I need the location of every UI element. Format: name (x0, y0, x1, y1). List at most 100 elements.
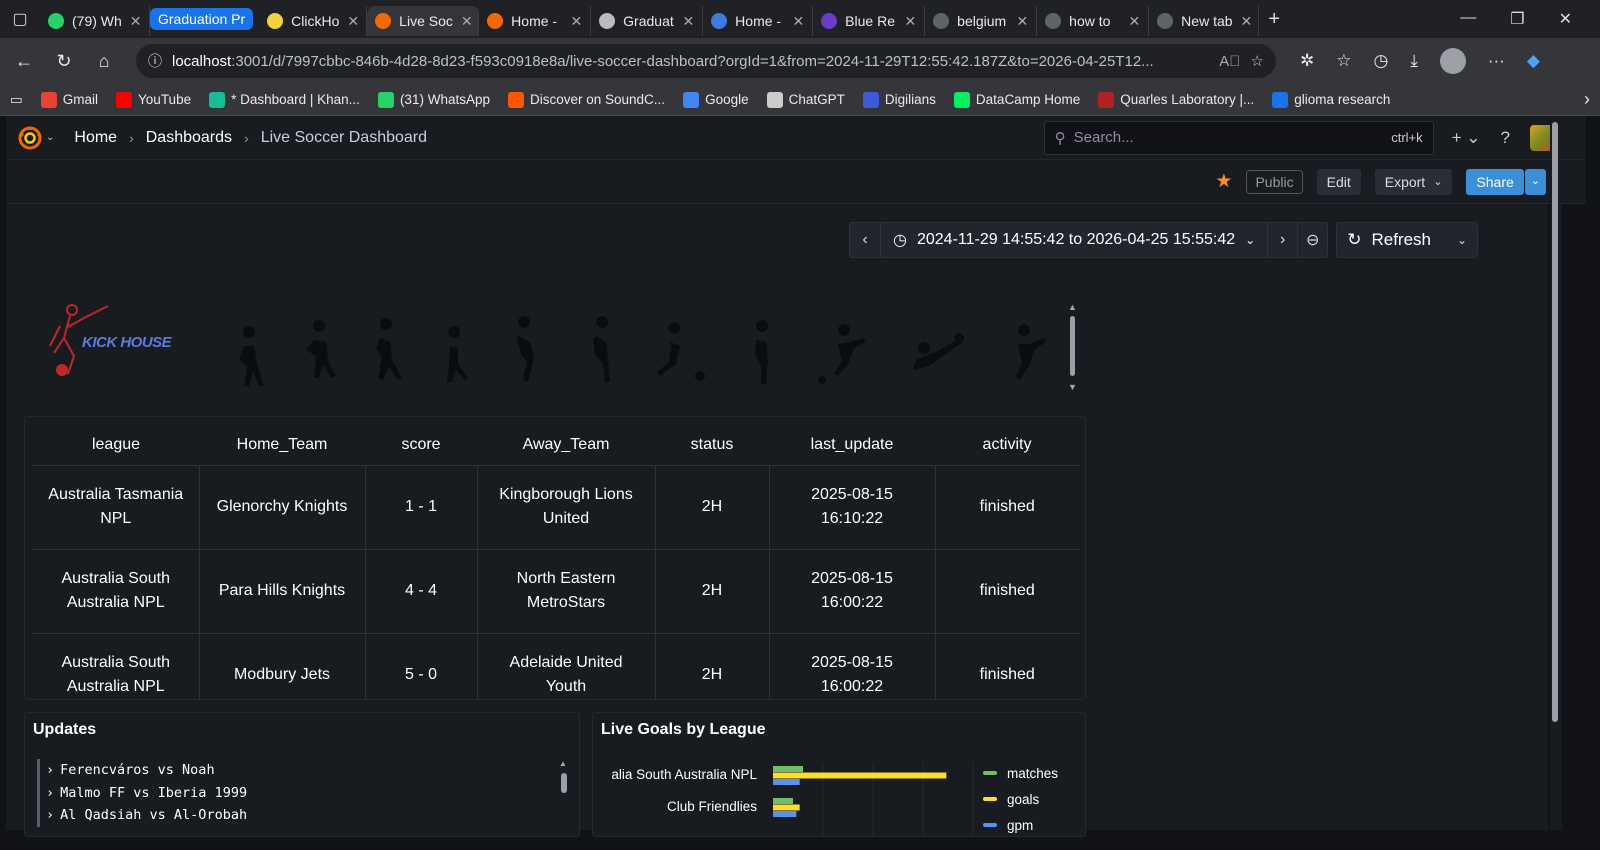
legend-swatch[interactable] (983, 771, 997, 775)
scroll-up-icon[interactable]: ▲ (559, 759, 567, 768)
browser-tab[interactable]: belgium ✕ (925, 6, 1038, 36)
bookmark-item[interactable]: (31) WhatsApp (377, 91, 490, 108)
close-window-icon[interactable]: ✕ (1559, 9, 1572, 29)
bookmark-item[interactable]: * Dashboard | Khan... (209, 91, 360, 108)
share-button[interactable]: Share (1466, 168, 1524, 195)
tab-group-label[interactable]: Graduation Pr (150, 8, 254, 30)
banner-scrollbar-thumb[interactable] (1070, 316, 1075, 376)
browser-tab[interactable]: how to ✕ (1037, 6, 1150, 36)
bookmark-item[interactable]: Google (683, 91, 749, 108)
close-tab-icon[interactable]: ✕ (130, 13, 142, 30)
edit-button[interactable]: Edit (1316, 168, 1361, 195)
bookmark-item[interactable]: ChatGPT (766, 91, 845, 108)
time-shift-back-icon[interactable]: ‹ (850, 223, 880, 257)
list-item[interactable]: › Ferencváros vs Noah (37, 759, 557, 782)
chevron-right-icon[interactable]: › (46, 762, 54, 778)
close-tab-icon[interactable]: ✕ (792, 13, 804, 30)
info-icon[interactable]: ⓘ (148, 51, 162, 71)
bar-gpm[interactable] (773, 779, 800, 785)
read-aloud-icon[interactable]: A᷍ (1219, 53, 1240, 70)
column-header[interactable]: last_update (769, 425, 935, 466)
legend-label[interactable]: matches (1007, 766, 1058, 781)
browser-tab[interactable]: Home - ✕ (703, 6, 814, 36)
favorites-icon[interactable]: ☆ (1336, 51, 1351, 71)
page-scrollbar-thumb[interactable] (1552, 122, 1558, 722)
column-header[interactable]: league (33, 425, 199, 466)
close-tab-icon[interactable]: ✕ (347, 13, 359, 30)
bookmark-item[interactable]: glioma research (1272, 91, 1390, 108)
minimize-icon[interactable]: — (1460, 9, 1476, 29)
scroll-up-icon[interactable]: ▲ (1068, 302, 1077, 312)
browser-tab[interactable]: (79) Wh ✕ (40, 6, 150, 36)
copilot-icon[interactable]: ◆ (1527, 51, 1540, 71)
breadcrumb-dashboards[interactable]: Dashboards (146, 129, 232, 147)
profile-avatar[interactable] (1439, 48, 1466, 74)
restore-icon[interactable]: ❐ (1510, 9, 1524, 29)
history-icon[interactable]: ◷ (1374, 51, 1389, 71)
bar-goals[interactable] (773, 772, 947, 779)
export-button[interactable]: Export ⌄ (1374, 168, 1453, 195)
extensions-icon[interactable]: ✲ (1300, 51, 1314, 71)
bar-gpm[interactable] (773, 811, 797, 817)
close-tab-icon[interactable]: ✕ (1016, 13, 1028, 30)
favorite-star-icon[interactable]: ☆ (1251, 52, 1264, 70)
more-menu-icon[interactable]: ··· (1488, 51, 1505, 71)
column-header[interactable]: status (655, 425, 769, 466)
bookmarks-overflow-icon[interactable]: › (1584, 89, 1590, 110)
refresh-interval-chevron-icon[interactable]: ⌄ (1447, 223, 1477, 257)
bar-goals[interactable] (773, 804, 800, 811)
browser-tab[interactable]: ClickHo ✕ (259, 6, 368, 36)
updates-scrollbar-thumb[interactable] (561, 773, 567, 793)
browser-tab[interactable]: Graduat ✕ (591, 6, 704, 36)
list-item[interactable]: › Malmo FF vs Iberia 1999 (37, 781, 557, 804)
tab-actions-icon[interactable]: ▢ (0, 0, 40, 38)
time-range-picker[interactable]: ◷ 2024-11-29 14:55:42 to 2026-04-25 15:5… (880, 223, 1267, 257)
add-new-button[interactable]: + ⌄ (1452, 128, 1481, 148)
breadcrumb-home[interactable]: Home (74, 129, 117, 147)
chevron-right-icon[interactable]: › (46, 807, 54, 823)
grafana-logo-icon[interactable] (16, 124, 44, 152)
reload-icon[interactable]: ↻ (50, 47, 78, 75)
bar-matches[interactable] (773, 766, 803, 772)
close-tab-icon[interactable]: ✕ (904, 13, 916, 30)
star-icon[interactable]: ★ (1215, 170, 1232, 193)
updates-scrollbar[interactable]: ▲ (559, 759, 569, 836)
url-text[interactable]: localhost:3001/d/7997cbbc-846b-4d28-8d23… (172, 53, 1209, 70)
time-shift-forward-icon[interactable]: › (1267, 223, 1297, 257)
close-tab-icon[interactable]: ✕ (682, 13, 694, 30)
column-header[interactable]: score (365, 425, 477, 466)
bar-matches[interactable] (773, 798, 793, 804)
legend-label[interactable]: gpm (1007, 818, 1033, 833)
search-input[interactable]: ⚲ Search... ctrl+k (1043, 120, 1434, 155)
browser-tab[interactable]: New tab ✕ (1149, 6, 1260, 36)
bookmark-item[interactable]: Discover on SoundC... (507, 91, 665, 108)
download-icon[interactable]: ⤓ (1410, 51, 1418, 71)
column-header[interactable]: Away_Team (477, 425, 655, 466)
legend-label[interactable]: goals (1007, 792, 1040, 807)
help-icon[interactable]: ? (1501, 128, 1510, 148)
share-options-chevron-icon[interactable]: ⌄ (1524, 168, 1546, 195)
browser-tab[interactable]: Live Soc ✕ (367, 6, 480, 36)
close-tab-icon[interactable]: ✕ (570, 13, 582, 30)
close-tab-icon[interactable]: ✕ (461, 13, 473, 30)
bookmark-item[interactable]: Gmail (40, 91, 98, 108)
legend-swatch[interactable] (983, 823, 997, 827)
column-header[interactable]: activity (935, 425, 1079, 466)
bookmark-item[interactable]: Digilians (862, 91, 936, 108)
close-tab-icon[interactable]: ✕ (1241, 13, 1253, 30)
bookmark-item[interactable]: DataCamp Home (953, 91, 1080, 108)
home-icon[interactable]: ⌂ (90, 47, 118, 75)
browser-tab[interactable]: Blue Re ✕ (813, 6, 926, 36)
legend-swatch[interactable] (983, 797, 997, 801)
scroll-down-icon[interactable]: ▼ (1068, 382, 1077, 392)
bookmark-item[interactable]: Quarles Laboratory |... (1098, 91, 1254, 108)
close-tab-icon[interactable]: ✕ (1128, 13, 1140, 30)
list-item[interactable]: › Al Qadsiah vs Al-Orobah (37, 804, 557, 827)
refresh-button[interactable]: ↻ Refresh (1337, 223, 1447, 257)
new-tab-button[interactable]: + (1259, 8, 1289, 31)
reading-list-icon[interactable]: ▭ (10, 92, 23, 108)
page-scrollbar[interactable] (1550, 116, 1562, 830)
address-bar[interactable]: ⓘ localhost:3001/d/7997cbbc-846b-4d28-8d… (136, 44, 1276, 78)
chevron-down-icon[interactable]: ⌄ (46, 132, 54, 143)
banner-scrollbar[interactable]: ▲ ▼ (1068, 302, 1078, 392)
